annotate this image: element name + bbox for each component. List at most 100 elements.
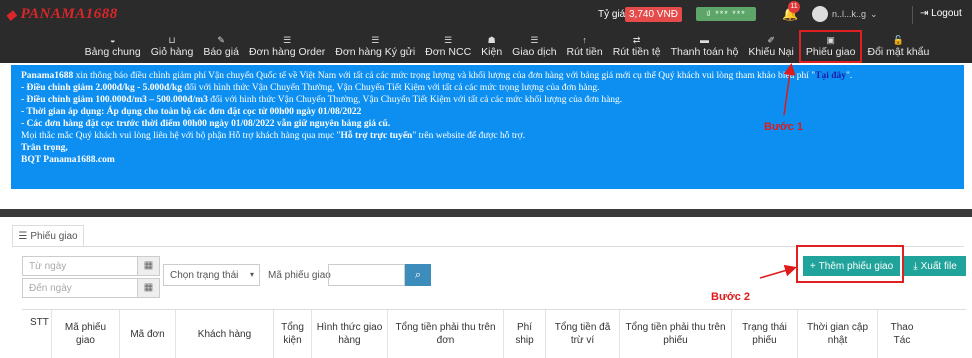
- notice-line: ".: [846, 71, 853, 81]
- status-select[interactable]: Chọn trạng thái ▾: [163, 264, 260, 286]
- nav-item-label: Bảng chung: [84, 46, 141, 58]
- to-date-field[interactable]: Đến ngày ▦: [22, 278, 160, 298]
- nav-item-label: Giao dịch: [512, 46, 557, 58]
- from-date-placeholder: Từ ngày: [29, 261, 67, 272]
- user-menu[interactable]: n..l...k..g ⌄: [812, 6, 878, 22]
- nav-item-7[interactable]: ☰ Giao dịch: [507, 30, 561, 63]
- column-header: Thao Tác: [890, 322, 914, 346]
- notice-brand: Panama1688: [21, 71, 74, 81]
- chevron-down-icon: ⌄: [870, 8, 878, 19]
- card-icon: ▬: [699, 35, 709, 45]
- download-icon: ⤓: [913, 260, 918, 272]
- file-icon: ▣: [826, 35, 835, 45]
- nav-item-label: Đơn hàng Order: [248, 46, 326, 58]
- code-input[interactable]: [328, 264, 405, 286]
- chevron-down-icon: ▾: [249, 270, 254, 279]
- notice-line: đối với hình thức Vận Chuyển Thường, Vận…: [182, 83, 600, 93]
- section-divider: [0, 209, 972, 217]
- exchange-rate-label: Tỷ giá:: [598, 9, 629, 20]
- calendar-icon[interactable]: ▦: [137, 257, 159, 275]
- tab-label: Phiếu giao: [30, 231, 78, 242]
- logo-text: PANAMA1688: [20, 6, 118, 22]
- column-header: Trạng thái phiếu: [732, 310, 798, 358]
- users-icon: ☗: [487, 35, 496, 45]
- column-header: Thời gian cập nhật: [798, 310, 878, 358]
- nav-item-1[interactable]: ⊔ Giỏ hàng: [146, 30, 199, 63]
- wallet-balance: ₫ *** ***: [696, 7, 756, 21]
- logout-label: Logout: [931, 8, 962, 19]
- logout-icon: ⇥: [920, 8, 929, 19]
- status-select-value: Chọn trạng thái: [170, 270, 239, 281]
- nav-item-13[interactable]: 🔓 Đổi mật khẩu: [862, 30, 934, 63]
- logo-mark-icon: ◆: [6, 6, 17, 22]
- basket-icon: ⊔: [168, 35, 176, 45]
- table-header: STT Mã phiếu giao Mã đơn Khách hàng Tổng kiệ…: [22, 309, 966, 358]
- nav-item-label: Đơn NCC: [425, 46, 472, 58]
- list-icon: ☰: [530, 35, 539, 45]
- search-icon: ⌕: [414, 269, 422, 281]
- nav-item-4[interactable]: ☰ Đơn hàng Ký gửi: [330, 30, 420, 63]
- column-header: Phí ship: [504, 310, 546, 358]
- unlock-icon: 🔓: [892, 35, 905, 45]
- export-file-button[interactable]: ⤓ Xuất file: [904, 256, 966, 276]
- plus-icon: +: [809, 260, 816, 272]
- price-table-link[interactable]: Tại đây: [815, 71, 846, 81]
- list-icon: ☰: [18, 231, 28, 242]
- list-icon: ☰: [371, 35, 380, 45]
- notice-line: Mọi thắc mắc Quý khách vui lòng liên hệ …: [21, 131, 341, 141]
- divider: [912, 6, 913, 24]
- search-button[interactable]: ⌕: [405, 264, 431, 286]
- add-button-label: Thêm phiếu giao: [818, 260, 894, 272]
- nav-item-8[interactable]: ↑ Rút tiền: [562, 30, 608, 63]
- magic-icon: ✎: [217, 35, 225, 45]
- logout-button[interactable]: ⇥ Logout: [920, 8, 962, 19]
- tag-icon: ✐: [767, 35, 775, 45]
- notice-line-bold: - Điều chỉnh giảm 2.000đ/kg - 5.000đ/kg: [21, 83, 182, 93]
- notification-count-badge: 11: [788, 1, 800, 13]
- to-date-placeholder: Đến ngày: [29, 283, 72, 294]
- calendar-icon[interactable]: ▦: [137, 279, 159, 297]
- nav-item-11[interactable]: ✐ Khiếu Nại: [743, 30, 799, 63]
- logo[interactable]: ◆ PANAMA1688: [6, 6, 118, 23]
- from-date-field[interactable]: Từ ngày ▦: [22, 256, 160, 276]
- list-icon: ☰: [444, 35, 453, 45]
- nav-item-label: Phiếu giao: [805, 46, 856, 58]
- nav-item-10[interactable]: ▬ Thanh toán hộ: [666, 30, 744, 63]
- column-header: Tổng tiền phải thu trên đơn: [388, 310, 504, 358]
- dashboard-icon: ◒: [109, 35, 116, 45]
- column-header: Hình thức giao hàng: [312, 310, 388, 358]
- column-header: STT: [22, 310, 52, 358]
- nav-item-12[interactable]: ▣ Phiếu giao: [798, 30, 863, 63]
- nav-item-2[interactable]: ✎ Báo giá: [198, 30, 244, 63]
- notice-signature: BQT Panama1688.com: [21, 155, 115, 165]
- export-button-label: Xuất file: [920, 260, 957, 272]
- notice-line-bold: - Thời gian áp dụng: Áp dụng cho toàn bộ…: [21, 107, 362, 117]
- nav-item-label: Thanh toán hộ: [670, 46, 739, 58]
- nav-item-9[interactable]: ⇄ Rút tiền tệ: [608, 30, 666, 63]
- support-link: Hỗ trợ trực tuyến: [340, 131, 413, 141]
- announcement-banner: Panama1688 xin thông báo điều chỉnh giảm…: [11, 65, 964, 189]
- nav-item-label: Đổi mật khẩu: [867, 46, 930, 58]
- nav-item-3[interactable]: ☰ Đơn hàng Order: [244, 30, 330, 63]
- main-nav: ◒ Bảng chung ⊔ Giỏ hàng ✎ Báo giá ☰ Đơn hàng Or…: [0, 30, 972, 63]
- nav-item-5[interactable]: ☰ Đơn NCC: [420, 30, 476, 63]
- step2-label: Bước 2: [711, 291, 751, 303]
- notice-line-bold: - Điều chỉnh giảm 100.000đ/m3 – 500.000đ…: [21, 95, 208, 105]
- nav-item-label: Kiện: [481, 46, 503, 58]
- notice-line-bold: - Các đơn hàng đặt cọc trước thời điểm 0…: [21, 119, 391, 129]
- nav-item-label: Rút tiền tệ: [612, 46, 661, 58]
- exchange-icon: ⇄: [632, 35, 641, 45]
- tab-phieu-giao[interactable]: ☰ Phiếu giao: [12, 225, 84, 247]
- nav-item-0[interactable]: ◒ Bảng chung: [80, 30, 146, 63]
- add-delivery-note-button[interactable]: + Thêm phiếu giao: [803, 256, 900, 276]
- nav-item-label: Khiếu Nại: [748, 46, 794, 58]
- nav-item-label: Rút tiền: [566, 46, 603, 58]
- user-name: n..l...k..g: [832, 9, 867, 19]
- column-header: Tổng tiền đã trừ ví: [546, 310, 620, 358]
- nav-item-label: Đơn hàng Ký gửi: [335, 46, 416, 58]
- column-header: Tổng kiện: [274, 310, 312, 358]
- exchange-rate-value: 3,740 VNĐ: [625, 7, 682, 22]
- column-header: Mã đơn: [120, 310, 176, 358]
- list-icon: ☰: [283, 35, 292, 45]
- nav-item-6[interactable]: ☗ Kiện: [476, 30, 507, 63]
